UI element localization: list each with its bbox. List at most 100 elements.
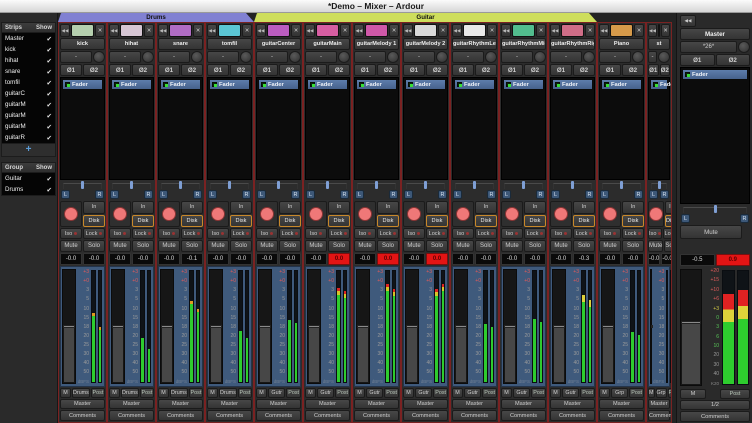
trim-knob[interactable] bbox=[289, 51, 301, 63]
pan-position-marker[interactable] bbox=[326, 181, 329, 189]
record-arm-button[interactable] bbox=[403, 201, 425, 227]
metering-button[interactable]: M bbox=[648, 388, 655, 398]
pan-left-label[interactable]: L bbox=[257, 190, 266, 199]
processor-box[interactable]: Fader bbox=[648, 77, 670, 180]
gain-fader[interactable] bbox=[111, 269, 125, 384]
master-comments-button[interactable]: Comments bbox=[680, 411, 750, 422]
strip-color-chip[interactable] bbox=[316, 24, 339, 37]
strip-name-button[interactable]: guitarCenter bbox=[256, 38, 301, 50]
invert-phase1-button[interactable]: Ø1 bbox=[501, 64, 523, 76]
solo-lock-button[interactable]: Lock bbox=[132, 228, 154, 239]
checkmark-icon[interactable]: ✔ bbox=[47, 46, 52, 54]
comments-button[interactable]: Comments bbox=[452, 410, 497, 421]
pan-control[interactable]: L R bbox=[159, 181, 202, 200]
strip-color-chip[interactable] bbox=[267, 24, 290, 37]
invert-phase2-button[interactable]: Ø2 bbox=[475, 64, 497, 76]
record-arm-button[interactable] bbox=[60, 201, 82, 227]
narrow-strip-icon[interactable]: ◀◀ bbox=[354, 24, 364, 37]
strip-list-item[interactable]: guitarM ✔ bbox=[2, 99, 55, 110]
checkmark-icon[interactable]: ✔ bbox=[47, 186, 52, 194]
strip-name-button[interactable]: hihat bbox=[109, 38, 154, 50]
monitor-input-button[interactable]: In bbox=[475, 201, 497, 214]
solo-isolate-button[interactable]: Iso bbox=[60, 228, 82, 239]
mute-button[interactable]: Mute bbox=[305, 240, 327, 252]
close-icon[interactable]: ✕ bbox=[585, 24, 595, 37]
peak-display[interactable]: -0.0 bbox=[661, 253, 672, 265]
strip-name-button[interactable]: snare bbox=[158, 38, 203, 50]
mute-button[interactable]: Mute bbox=[550, 240, 572, 252]
peak-display[interactable]: -0.0 bbox=[230, 253, 252, 265]
strip-name-button[interactable]: guitarMelody 2 bbox=[403, 38, 448, 50]
fader-handle[interactable] bbox=[504, 325, 516, 328]
invert-phase2-button[interactable]: Ø2 bbox=[573, 64, 595, 76]
gain-display[interactable]: -0.0 bbox=[599, 253, 621, 265]
comments-button[interactable]: Comments bbox=[305, 410, 350, 421]
monitor-input-button[interactable]: In bbox=[622, 201, 644, 214]
meter-point-button[interactable]: Post bbox=[482, 388, 497, 398]
close-icon[interactable]: ✕ bbox=[487, 24, 497, 37]
close-icon[interactable]: ✕ bbox=[291, 24, 301, 37]
master-input-button[interactable]: *26* bbox=[680, 41, 737, 53]
group-button[interactable]: Grp bbox=[611, 388, 628, 398]
processor-box[interactable]: Fader bbox=[256, 77, 301, 180]
strip-name-button[interactable]: guitarRhythmMiddle bbox=[501, 38, 546, 50]
meter-point-button[interactable]: Post bbox=[580, 388, 595, 398]
strip-name-button[interactable]: guitarMain bbox=[305, 38, 350, 50]
fader-processor[interactable]: Fader bbox=[650, 79, 668, 90]
gain-display[interactable]: -0.0 bbox=[256, 253, 278, 265]
processor-led-icon[interactable] bbox=[604, 82, 609, 87]
fader-processor[interactable]: Fader bbox=[601, 79, 642, 90]
gain-display[interactable]: -0.0 bbox=[648, 253, 660, 265]
meter-point-button[interactable]: Post bbox=[335, 388, 350, 398]
checkmark-icon[interactable]: ✔ bbox=[47, 101, 52, 109]
peak-display[interactable]: -0.0 bbox=[279, 253, 301, 265]
pan-position-marker[interactable] bbox=[522, 181, 525, 189]
pan-right-label[interactable]: R bbox=[487, 190, 496, 199]
monitor-input-button[interactable]: In bbox=[665, 201, 672, 214]
fader-handle[interactable] bbox=[553, 325, 565, 328]
invert-phase1-button[interactable]: Ø1 bbox=[550, 64, 572, 76]
solo-isolate-button[interactable]: Iso bbox=[305, 228, 327, 239]
solo-button[interactable]: Solo bbox=[524, 240, 546, 252]
strip-list-item[interactable]: hihat ✔ bbox=[2, 55, 55, 66]
output-button[interactable]: Master bbox=[648, 399, 670, 409]
group-button[interactable]: Drums bbox=[121, 388, 139, 398]
invert-phase1-button[interactable]: Ø1 bbox=[158, 64, 180, 76]
narrow-strip-icon[interactable]: ◀◀ bbox=[452, 24, 462, 37]
meter-point-button[interactable]: Post bbox=[384, 388, 399, 398]
meter-point-button[interactable]: Post bbox=[140, 388, 154, 398]
record-arm-button[interactable] bbox=[305, 201, 327, 227]
solo-isolate-button[interactable]: Iso bbox=[256, 228, 278, 239]
pan-position-marker[interactable] bbox=[473, 181, 476, 189]
pan-control[interactable]: L R bbox=[110, 181, 153, 200]
gain-fader[interactable] bbox=[307, 269, 321, 384]
processor-box[interactable]: Fader bbox=[109, 77, 154, 180]
solo-button[interactable]: Solo bbox=[622, 240, 644, 252]
scroll-left-icon[interactable]: ◀◀ bbox=[680, 15, 696, 27]
solo-button[interactable]: Solo bbox=[181, 240, 203, 252]
pan-control[interactable]: L R bbox=[502, 181, 545, 200]
checkmark-icon[interactable]: ✔ bbox=[47, 79, 52, 87]
processor-led-icon[interactable] bbox=[114, 82, 119, 87]
output-button[interactable]: Master bbox=[354, 399, 399, 409]
peak-display[interactable]: -0.0 bbox=[83, 253, 105, 265]
mute-button[interactable]: Mute bbox=[403, 240, 425, 252]
close-icon[interactable]: ✕ bbox=[193, 24, 203, 37]
gain-display[interactable]: -0.0 bbox=[305, 253, 327, 265]
close-icon[interactable]: ✕ bbox=[340, 24, 350, 37]
invert-phase2-button[interactable]: Ø2 bbox=[524, 64, 546, 76]
group-button[interactable]: Gutr bbox=[268, 388, 285, 398]
gain-fader[interactable] bbox=[62, 269, 76, 384]
pan-position-marker[interactable] bbox=[81, 181, 84, 189]
fader-handle[interactable] bbox=[308, 325, 320, 328]
processor-led-icon[interactable] bbox=[261, 82, 266, 87]
checkmark-icon[interactable]: ✔ bbox=[47, 112, 52, 120]
strip-list-item[interactable]: guitarC ✔ bbox=[2, 88, 55, 99]
metering-button[interactable]: M bbox=[256, 388, 267, 398]
monitor-disk-button[interactable]: Disk bbox=[181, 215, 203, 228]
group-tab[interactable]: Drums bbox=[58, 13, 254, 22]
pan-control[interactable]: L R bbox=[257, 181, 300, 200]
group-tab[interactable]: Guitar bbox=[254, 13, 597, 22]
checkmark-icon[interactable]: ✔ bbox=[47, 90, 52, 98]
gain-fader[interactable] bbox=[454, 269, 468, 384]
